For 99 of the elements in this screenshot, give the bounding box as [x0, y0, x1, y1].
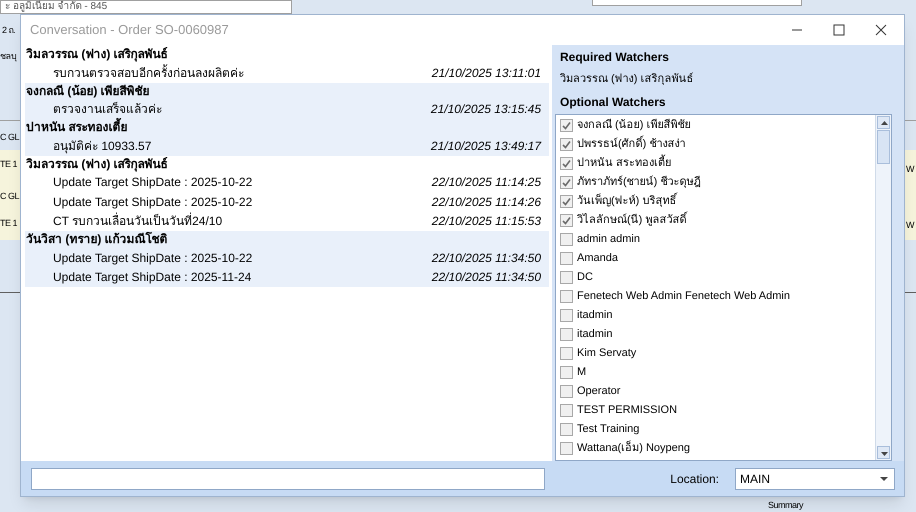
window-title: Conversation - Order SO-0060987 — [30, 21, 229, 40]
section-title: Optional Watchers — [559, 94, 667, 112]
checkbox[interactable] — [560, 252, 573, 265]
message-text: CT รบกวนเลื่อนวันเป็นวันที่24/10 — [53, 212, 224, 230]
message-text: Update Target ShipDate : 2025-10-22 — [53, 194, 254, 211]
dropdown-arrow-icon — [880, 476, 888, 480]
checkbox[interactable] — [560, 156, 573, 170]
location-label: Location: — [670, 470, 719, 488]
watcher-item[interactable]: Test Training — [560, 420, 875, 439]
message-time: 22/10/2025 11:15:53 — [432, 213, 541, 230]
watcher-item[interactable]: Kim Servaty — [560, 344, 875, 363]
message-author: วิมลวรรณ (ฟาง) เสริกุลพันธ์ — [25, 156, 169, 172]
watcher-item[interactable]: Wattana(เอ็ม) Noypeng — [560, 438, 875, 458]
watcher-item[interactable]: TEST PERMISSION — [560, 400, 875, 420]
watcher-label: Amanda — [577, 251, 618, 266]
scroll-down-icon[interactable] — [877, 446, 890, 459]
watcher-label: Operator — [577, 384, 620, 400]
watcher-label: admin admin — [577, 232, 640, 248]
message-text: Update Target ShipDate : 2025-10-22 — [53, 174, 254, 192]
checkbox[interactable] — [560, 118, 573, 132]
background-text: C GL — [0, 131, 20, 144]
watcher-label: Test Training — [577, 422, 640, 438]
watcher-label: วิไลลักษณ์(นี) พูลสวัสดิ์ — [577, 212, 686, 229]
checkbox[interactable] — [560, 270, 573, 284]
checkbox[interactable] — [560, 346, 573, 360]
watcher-item[interactable]: M — [560, 362, 875, 382]
watcher-item[interactable]: DC — [560, 268, 875, 287]
message-author: ปาหนัน สระทองเตี้ย — [25, 119, 549, 136]
watcher-item[interactable]: itadmin — [560, 324, 875, 344]
watcher-label: Wattana(เอ็ม) Noypeng — [577, 440, 690, 456]
message-text: รบกวนตรวจสอบอีกครั้งก่อนลงผลิตค่ะ — [53, 64, 245, 82]
checkbox[interactable] — [560, 194, 573, 208]
background-text: C GL — [0, 190, 20, 203]
watcher-label: ปาหนัน สระทองเตี้ย — [577, 155, 672, 172]
background-text: W — [906, 163, 914, 176]
background-text: Summary — [768, 499, 804, 512]
watcher-item[interactable]: ปาหนัน สระทองเตี้ย — [560, 154, 875, 173]
checkbox[interactable] — [560, 176, 573, 189]
close-icon[interactable] — [875, 24, 887, 36]
checkbox[interactable] — [560, 442, 573, 455]
location-dropdown[interactable]: MAIN — [735, 468, 895, 490]
watcher-item[interactable]: itadmin — [560, 306, 875, 325]
watcher-item[interactable]: ภัทราภัทร์(ชายน์) ชีวะดุษฎี — [560, 172, 875, 192]
watcher-label: วันเพ็ญ(ฟะห์) บริสุทธิ์ — [577, 193, 676, 210]
watcher-label: M — [577, 365, 586, 380]
background-dropdown[interactable]: ะ อลูมิเนียม จำกัด - 845 — [0, 0, 292, 14]
message-text: ตรวจงานเสร็จแล้วค่ะ — [53, 100, 163, 118]
checkbox[interactable] — [560, 214, 573, 227]
background-text: 2 ถ. — [2, 24, 16, 37]
checkbox[interactable] — [560, 384, 573, 398]
checkbox[interactable] — [560, 232, 573, 246]
watcher-label: DC — [577, 270, 593, 286]
watcher-item[interactable]: วิไลลักษณ์(นี) พูลสวัสดิ์ — [560, 210, 875, 230]
message-time: 22/10/2025 11:34:50 — [432, 269, 541, 286]
message-time: 21/10/2025 13:49:17 — [430, 138, 541, 155]
message-author: จงกลณี (น้อย) เพียสีพิชัย — [25, 82, 151, 100]
watcher-label: ปพรรธน์(ศักดิ์) ช้างสง่า — [577, 136, 686, 153]
watcher-name: วิมลวรรณ (ฟาง) เสริกุลพันธ์ — [559, 72, 694, 88]
message-time: 22/10/2025 11:34:50 — [432, 250, 541, 267]
watcher-label: TEST PERMISSION — [577, 403, 678, 418]
watcher-label: itadmin — [577, 308, 612, 324]
scrollbar[interactable] — [875, 114, 891, 460]
checkbox[interactable] — [560, 422, 573, 436]
scroll-thumb[interactable] — [877, 130, 890, 164]
message-author: วิมลวรรณ (ฟาง) เสริกุลพันธ์ — [25, 46, 169, 63]
message-author: วันวิสา (ทราย) แก้วมณีโชติ — [25, 231, 169, 248]
background-text: TE 1 — [0, 217, 18, 230]
message-input[interactable] — [31, 468, 545, 490]
watcher-label: ภัทราภัทร์(ชายน์) ชีวะดุษฎี — [577, 174, 700, 190]
watcher-item[interactable]: ปพรรธน์(ศักดิ์) ช้างสง่า — [560, 134, 875, 154]
message-text: Update Target ShipDate : 2025-10-22 — [53, 250, 254, 267]
section-title: Required Watchers — [559, 49, 670, 66]
message-time: 22/10/2025 11:14:25 — [432, 174, 541, 192]
checkbox[interactable] — [560, 308, 573, 322]
background-text: W — [906, 219, 914, 232]
watcher-item[interactable]: admin admin — [560, 230, 875, 249]
checkbox[interactable] — [560, 138, 573, 151]
checkbox[interactable] — [560, 404, 573, 417]
watcher-label: Fenetech Web Admin Fenetech Web Admin — [577, 289, 790, 304]
message-time: 21/10/2025 13:15:45 — [430, 101, 541, 118]
background-text: TE 1 — [0, 158, 18, 171]
watcher-item[interactable]: วันเพ็ญ(ฟะห์) บริสุทธิ์ — [560, 192, 875, 211]
watcher-item[interactable]: Amanda — [560, 248, 875, 268]
message-text: Update Target ShipDate : 2025-11-24 — [53, 269, 252, 286]
checkbox[interactable] — [560, 290, 573, 303]
background-text: ชลบุ — [0, 50, 16, 64]
checkbox[interactable] — [560, 366, 573, 379]
watcher-label: จงกลณี (น้อย) เพียสีพิชัย — [577, 118, 690, 134]
message-text: อนุมัติค่ะ 10933.57 — [53, 138, 152, 155]
watcher-item[interactable]: Fenetech Web Admin Fenetech Web Admin — [560, 286, 875, 306]
watcher-label: itadmin — [577, 327, 612, 342]
watcher-label: Kim Servaty — [577, 346, 636, 362]
message-time: 21/10/2025 13:11:01 — [432, 64, 541, 82]
checkbox[interactable] — [560, 328, 573, 341]
watcher-item[interactable]: Operator — [560, 382, 875, 401]
scroll-up-icon[interactable] — [877, 116, 890, 129]
message-time: 22/10/2025 11:14:26 — [432, 194, 541, 211]
watcher-item[interactable]: จงกลณี (น้อย) เพียสีพิชัย — [560, 116, 875, 135]
maximize-icon[interactable] — [833, 24, 845, 36]
